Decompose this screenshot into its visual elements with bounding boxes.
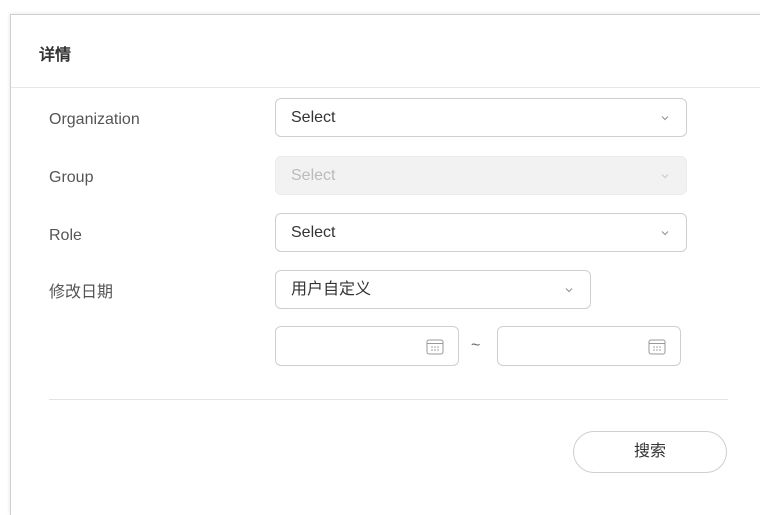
chevron-down-icon [565, 288, 573, 293]
chevron-down-icon [661, 116, 669, 121]
organization-select-value: Select [291, 109, 336, 126]
organization-select[interactable]: Select [275, 98, 687, 137]
group-select-value: Select [291, 167, 336, 184]
role-label: Role [49, 227, 82, 244]
calendar-icon[interactable] [426, 338, 444, 355]
group-label: Group [49, 169, 94, 186]
body-divider [49, 399, 728, 400]
date-range-separator: ~ [471, 337, 481, 354]
role-select[interactable]: Select [275, 213, 687, 252]
panel-title: 详情 [39, 47, 72, 64]
modified-date-label: 修改日期 [49, 284, 114, 301]
details-panel: 详情 Organization Select Group Select Role… [10, 14, 760, 515]
role-select-value: Select [291, 224, 336, 241]
start-date-input[interactable] [275, 326, 459, 366]
organization-label: Organization [49, 111, 140, 128]
date-range-type-value: 用户自定义 [291, 281, 372, 298]
end-date-input[interactable] [497, 326, 681, 366]
date-range-type-select[interactable]: 用户自定义 [275, 270, 591, 309]
calendar-icon[interactable] [648, 338, 666, 355]
group-select[interactable]: Select [275, 156, 687, 195]
chevron-down-icon [661, 231, 669, 236]
chevron-down-icon [661, 174, 669, 179]
header-divider [11, 87, 760, 88]
search-button[interactable]: 搜索 [573, 431, 727, 473]
